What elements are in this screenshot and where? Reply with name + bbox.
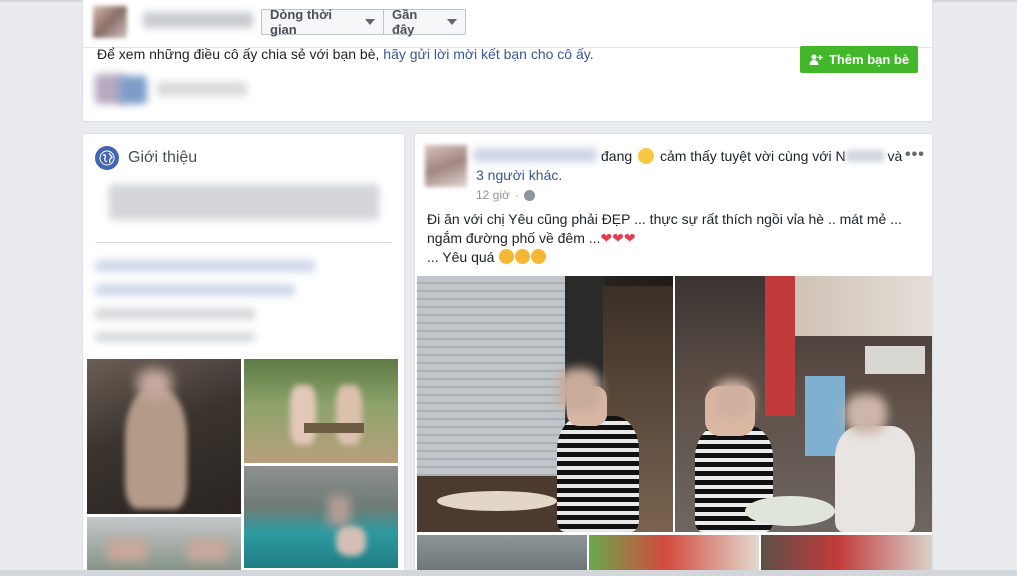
- post-text-line: Đi ăn với chị Yêu cũng phải ĐẸP ... thực…: [427, 211, 902, 227]
- post-photo[interactable]: [417, 276, 673, 532]
- photo-thumbnail[interactable]: [244, 466, 398, 568]
- followers-blurred: [95, 332, 255, 342]
- friend-request-message: Để xem những điều cô ấy chia sẻ với bạn …: [97, 46, 594, 62]
- tagged-name-blurred[interactable]: [845, 150, 884, 162]
- friend-message-text: Để xem những điều cô ấy chia sẻ với bạn …: [97, 46, 380, 62]
- send-friend-request-link[interactable]: hãy gửi lời mời kết bạn cho cô ấy.: [383, 46, 593, 62]
- intro-title: Giới thiệu: [128, 149, 198, 166]
- info-line-blurred: [95, 260, 315, 272]
- heart-eyes-emoji-icon: [515, 249, 531, 264]
- add-friend-button[interactable]: Thêm bạn bè: [800, 46, 918, 73]
- post-text: Đi ăn với chị Yêu cũng phải ĐẸP ... thực…: [427, 210, 927, 267]
- more-options-icon[interactable]: •••: [905, 146, 925, 164]
- add-friend-label: Thêm bạn bè: [828, 52, 910, 67]
- photo-thumbnail[interactable]: [87, 359, 241, 514]
- bottom-border: [0, 570, 1017, 576]
- post-text-line: ngắm đường phố về đêm ...❤❤❤: [427, 230, 636, 246]
- post-activity-line: đang cảm thấy tuyệt vời cùng với N và: [601, 148, 902, 164]
- post-photo[interactable]: [675, 276, 932, 532]
- recent-select[interactable]: Gần đây: [383, 7, 466, 37]
- chevron-down-icon: [447, 19, 457, 25]
- heart-emoji-icon: ❤❤❤: [600, 230, 636, 246]
- tagged-others-link[interactable]: 3 người khác.: [476, 167, 562, 183]
- bio-blurred: [109, 184, 379, 220]
- timeline-select[interactable]: Dòng thời gian: [261, 7, 384, 37]
- globe-icon: [95, 146, 119, 170]
- feeling-text: cảm thấy tuyệt vời cùng với N: [659, 148, 846, 164]
- heart-eyes-emoji-icon: [531, 249, 547, 264]
- post-author-avatar[interactable]: [425, 145, 467, 187]
- info-line-blurred: [95, 308, 255, 320]
- profile-name-blurred[interactable]: [143, 12, 253, 28]
- chevron-down-icon: [365, 19, 375, 25]
- mutual-friends-blurred[interactable]: [95, 74, 255, 106]
- intro-card: Giới thiệu: [82, 133, 405, 576]
- post-card: đang cảm thấy tuyệt vời cùng với N và 3 …: [414, 133, 933, 576]
- public-globe-icon[interactable]: [523, 189, 535, 201]
- profile-header-card: Dòng thời gian Gần đây Để xem những điều…: [82, 0, 933, 122]
- divider: [95, 242, 392, 243]
- status-text: đang: [601, 148, 633, 164]
- add-friend-icon: [809, 53, 823, 65]
- photo-thumbnail[interactable]: [87, 517, 241, 576]
- post-time[interactable]: 12 giờ: [476, 188, 510, 202]
- smile-emoji-icon: [638, 148, 655, 164]
- recent-select-label: Gần đây: [392, 7, 418, 37]
- info-line-blurred: [95, 284, 295, 296]
- timeline-select-label: Dòng thời gian: [270, 7, 332, 37]
- heart-eyes-emoji-icon: [499, 249, 515, 264]
- post-author-name-blurred[interactable]: [473, 148, 597, 162]
- post-text-line: ... Yêu quá: [427, 248, 927, 267]
- and-text: và: [887, 148, 903, 164]
- profile-avatar[interactable]: [93, 6, 127, 38]
- post-meta: 12 giờ ·: [476, 188, 535, 202]
- photo-thumbnail[interactable]: [244, 359, 398, 463]
